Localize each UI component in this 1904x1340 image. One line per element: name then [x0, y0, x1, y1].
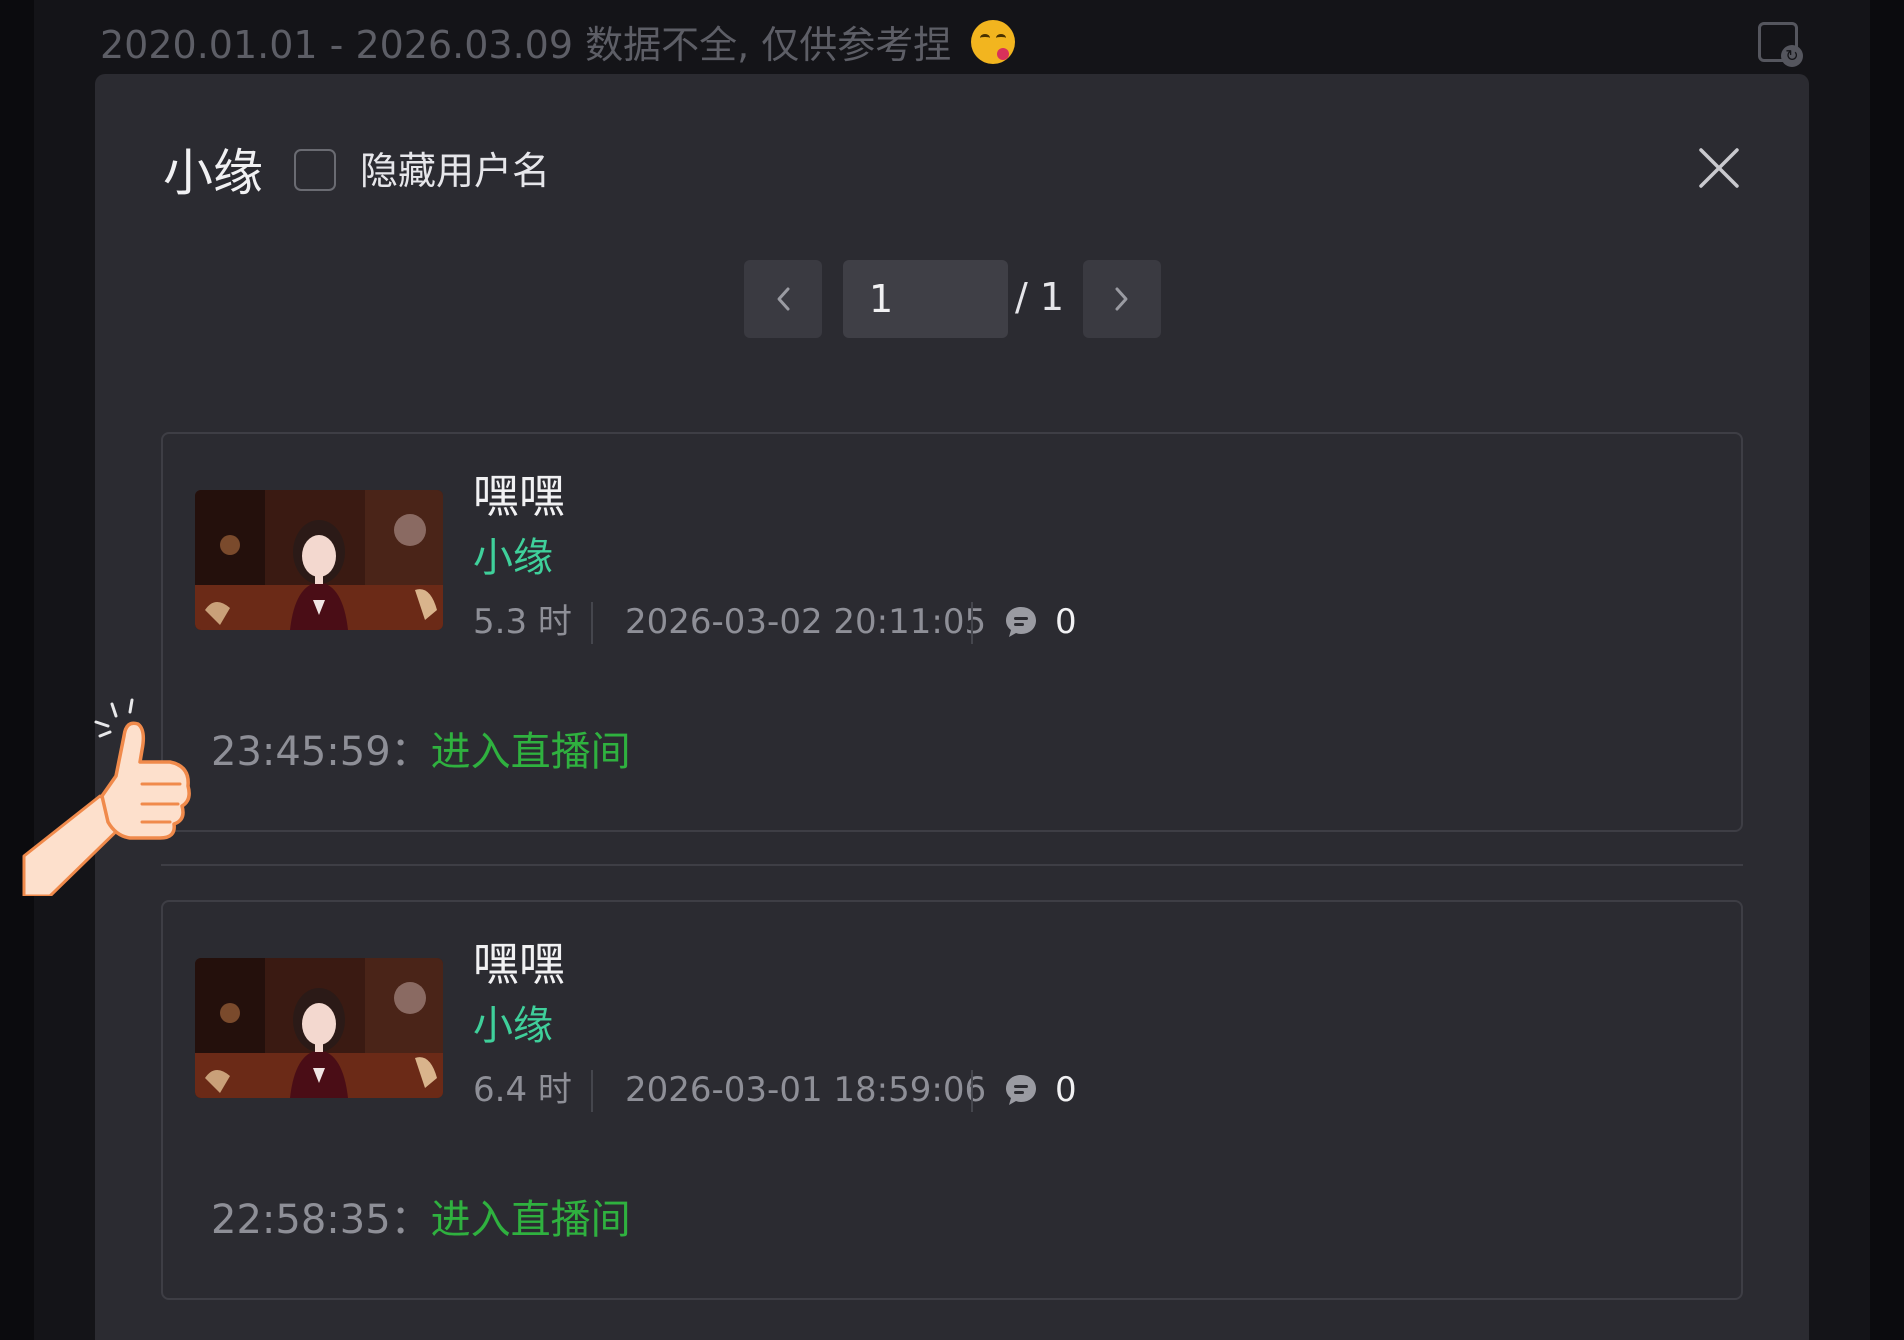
- share-button[interactable]: ↻: [1758, 22, 1803, 67]
- record-divider: [161, 864, 1743, 866]
- chevron-left-icon: [777, 287, 790, 311]
- activity-log-line: 23:45:59：进入直播间: [211, 724, 631, 780]
- log-time: 23:45:59：: [211, 729, 431, 775]
- face-savoring-food-emoji-icon: [971, 20, 1016, 64]
- activity-log-line: 22:58:35：进入直播间: [211, 1192, 631, 1248]
- stream-thumbnail[interactable]: [195, 958, 443, 1098]
- page-total: / 1: [1015, 275, 1065, 319]
- streamer-name-link[interactable]: 小缘: [473, 998, 553, 1054]
- hide-username-checkbox[interactable]: [294, 149, 336, 191]
- meta-divider: [971, 602, 973, 644]
- stream-thumbnail-image: [195, 958, 443, 1098]
- enter-room-link[interactable]: 进入直播间: [431, 729, 631, 775]
- date-range-note: 2020.01.01 - 2026.03.09 数据不全, 仅供参考捏: [100, 18, 1016, 72]
- stream-start-time: 2026-03-02 20:11:05: [625, 602, 987, 642]
- stream-duration: 5.3 时: [473, 602, 572, 642]
- meta-divider: [971, 1070, 973, 1112]
- page-number-input[interactable]: [843, 260, 1008, 338]
- stream-duration: 6.4 时: [473, 1070, 572, 1110]
- stream-start-time: 2026-03-01 18:59:06: [625, 1070, 987, 1110]
- comment-count: 0: [1055, 602, 1077, 642]
- comment-icon: [1006, 1075, 1036, 1105]
- prev-page-button[interactable]: [744, 260, 822, 338]
- stream-title: 嘿嘿: [473, 469, 565, 523]
- meta-divider: [591, 602, 593, 644]
- share-icon: ↻: [1781, 45, 1803, 67]
- stream-thumbnail[interactable]: [195, 490, 443, 630]
- record-card: 嘿嘿 小缘 6.4 时 2026-03-01 18:59:06 0 22:58:…: [161, 900, 1743, 1300]
- enter-room-link[interactable]: 进入直播间: [431, 1197, 631, 1243]
- next-page-button[interactable]: [1083, 260, 1161, 338]
- thumbs-up-icon: [22, 698, 191, 896]
- modal-title: 小缘: [163, 144, 263, 202]
- user-records-modal: 小缘 隐藏用户名 / 1: [95, 74, 1809, 1340]
- chevron-right-icon: [1115, 287, 1128, 311]
- hide-username-label[interactable]: 隐藏用户名: [360, 144, 550, 198]
- stream-thumbnail-image: [195, 490, 443, 630]
- stream-title: 嘿嘿: [473, 937, 565, 991]
- comment-count: 0: [1055, 1070, 1077, 1110]
- record-card: 嘿嘿 小缘 5.3 时 2026-03-02 20:11:05 0 23:45:…: [161, 432, 1743, 832]
- close-icon: [1699, 148, 1739, 188]
- date-range-note-text: 2020.01.01 - 2026.03.09 数据不全, 仅供参考捏: [100, 23, 952, 67]
- close-button[interactable]: [1695, 144, 1743, 192]
- comment-icon: [1006, 607, 1036, 637]
- meta-divider: [591, 1070, 593, 1112]
- log-time: 22:58:35：: [211, 1197, 431, 1243]
- streamer-name-link[interactable]: 小缘: [473, 530, 553, 586]
